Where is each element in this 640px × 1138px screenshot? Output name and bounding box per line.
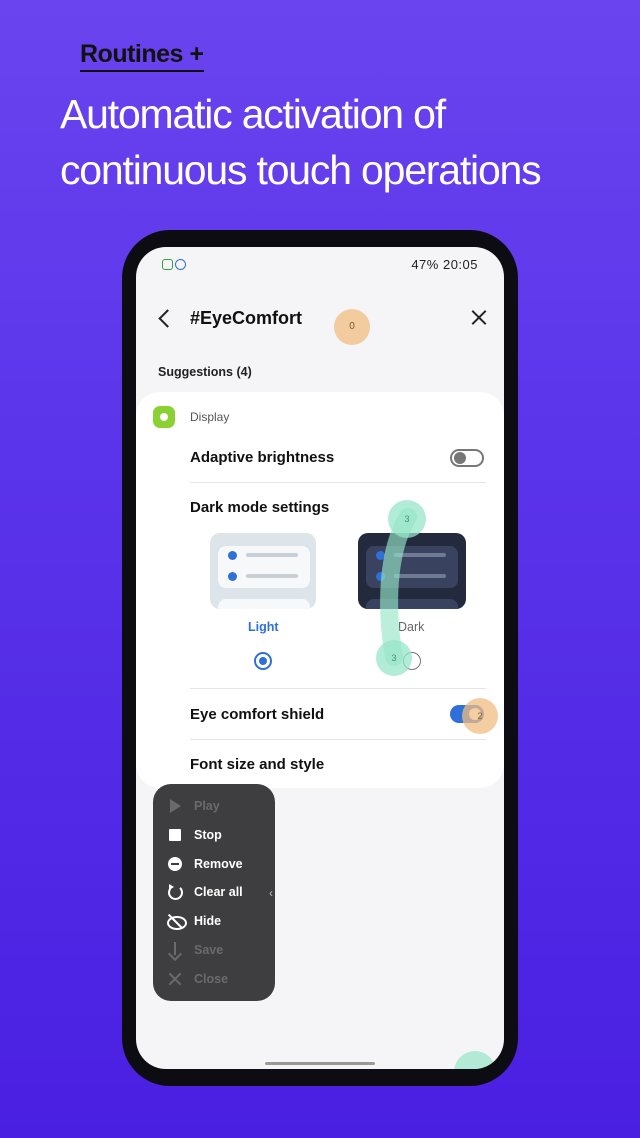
thumb-line [394,553,446,557]
adaptive-brightness-toggle[interactable] [450,449,484,467]
status-icons [162,259,186,270]
remove-icon [167,856,183,872]
thumb-line [246,553,298,557]
floating-toolbar: Play Stop Remove Clear all ‹ Hide Save C… [153,784,275,1001]
eye-comfort-shield-label[interactable]: Eye comfort shield [190,706,324,723]
save-button[interactable]: Save [167,940,267,960]
thumb-line [394,574,446,578]
adaptive-brightness-label[interactable]: Adaptive brightness [190,449,334,466]
close-toolbar-button[interactable]: Close [167,969,267,989]
divider [190,482,486,483]
stop-label: Stop [194,828,222,842]
thumb-dot [376,551,385,560]
thumb-panel [218,599,310,609]
touch-marker: 0 [334,309,370,345]
clear-all-icon [167,884,183,900]
play-icon [167,798,183,814]
sync-icon [162,259,173,270]
touch-marker-corner [454,1051,496,1069]
thumb-line [246,574,298,578]
status-battery-time: 47% 20:05 [411,257,478,272]
save-label: Save [194,943,224,957]
font-size-style-label[interactable]: Font size and style [190,756,324,773]
close-icon [167,971,183,987]
at-icon [175,259,186,270]
chevron-left-icon: ‹ [269,886,273,900]
dark-mode-option-label: Dark [398,620,425,634]
thumb-panel [366,599,458,609]
thumb-dot [228,572,237,581]
touch-marker: 2 [462,698,498,734]
stop-button[interactable]: Stop [167,825,267,845]
remove-label: Remove [194,857,243,871]
light-mode-label: Light [248,620,279,634]
remove-button[interactable]: Remove [167,854,267,874]
stop-icon [167,827,183,843]
hide-button[interactable]: Hide [167,911,267,931]
light-mode-radio[interactable] [254,652,272,670]
clear-all-label: Clear all [194,885,243,899]
dark-mode-thumbnail[interactable] [358,533,466,609]
status-bar: 47% 20:05 [136,247,504,283]
promo-title: Automatic activation of continuous touch… [60,91,542,193]
close-label: Close [194,972,229,986]
save-icon [167,942,183,958]
touch-marker: 3 [376,640,412,676]
divider [190,739,486,740]
touch-marker: 3 [388,500,426,538]
promo-tag: Routines + [80,40,204,72]
thumb-dot [376,572,385,581]
suggestion-card: Display Adaptive brightness Dark mode se… [136,392,504,788]
close-button[interactable] [466,305,492,331]
page-title: #EyeComfort [190,308,303,328]
display-icon [153,406,175,428]
category-label: Display [190,410,230,424]
hide-label: Hide [194,914,222,928]
dark-mode-label: Dark mode settings [190,499,330,516]
play-label: Play [194,799,220,813]
hide-icon [167,913,187,930]
suggestions-label: Suggestions (4) [158,365,252,379]
divider [190,688,486,689]
light-mode-thumbnail[interactable] [210,533,316,609]
nav-handle[interactable] [265,1062,375,1065]
play-button[interactable]: Play [167,796,267,816]
clear-all-button[interactable]: Clear all ‹ [167,882,273,902]
back-button[interactable] [154,305,178,333]
thumb-dot [228,551,237,560]
